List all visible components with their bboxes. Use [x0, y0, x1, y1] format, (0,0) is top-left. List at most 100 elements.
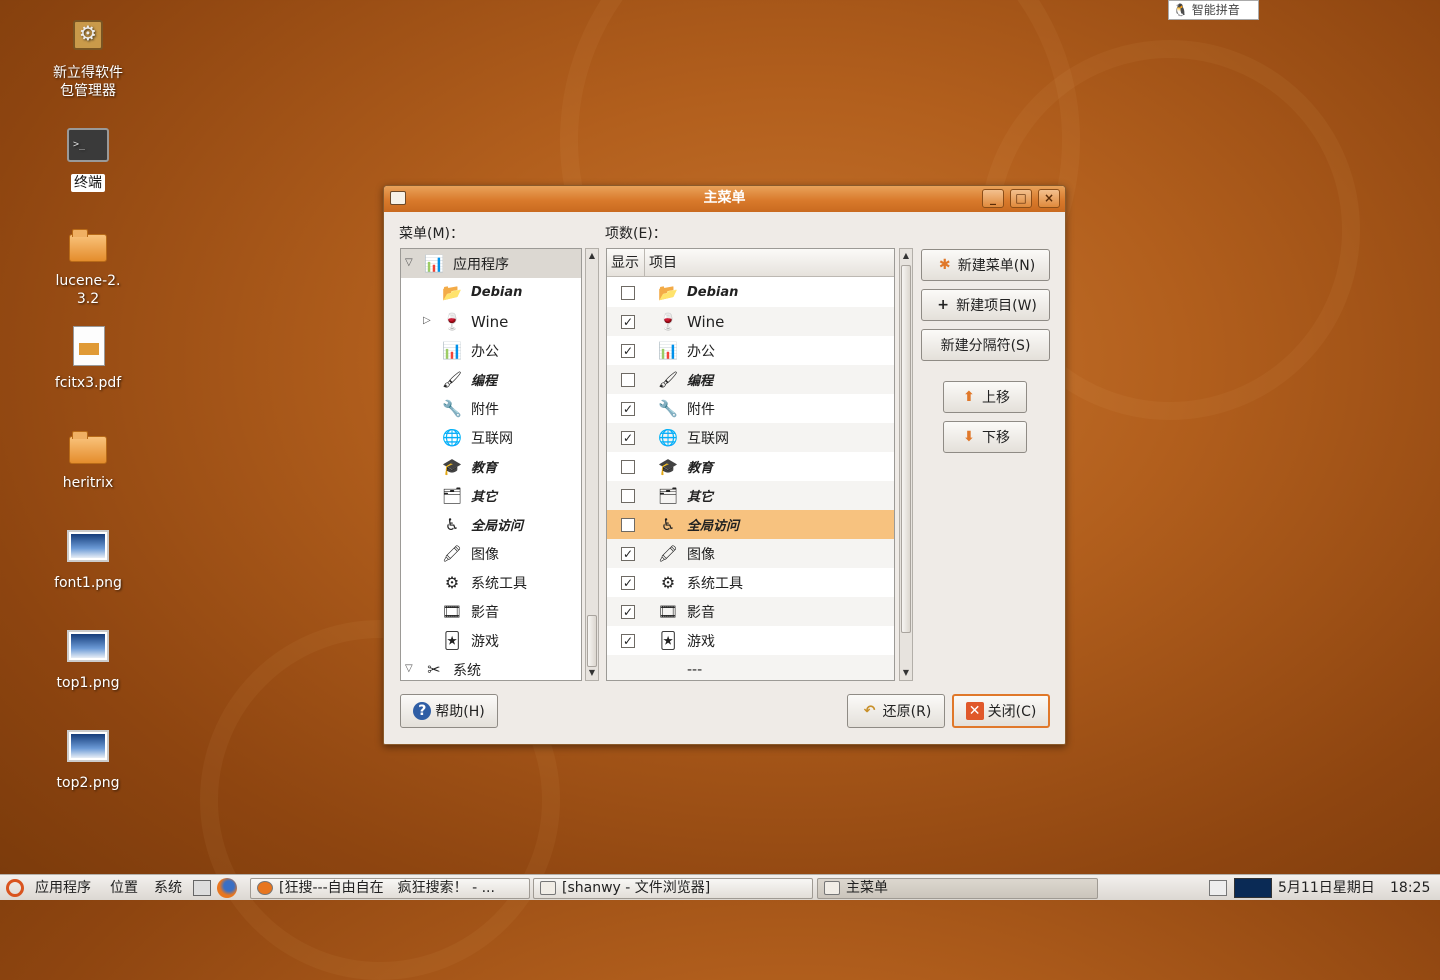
desktop-icon-label: heritrix [62, 475, 114, 491]
show-checkbox[interactable]: ✓ [621, 546, 635, 561]
folder-icon: 📂 [658, 282, 678, 302]
window-menu-icon[interactable] [390, 191, 406, 205]
tree-row[interactable]: 🎞 影音 [401, 597, 581, 626]
list-item[interactable]: ✓ 🖍 图像 [607, 539, 894, 568]
list-item[interactable]: ✓ 🌐 互联网 [607, 423, 894, 452]
show-checkbox[interactable]: ✓ [621, 575, 635, 590]
scroll-down-icon[interactable]: ▼ [586, 666, 598, 680]
column-header-show[interactable]: 显示 [607, 249, 645, 277]
taskbar-menu-applications[interactable]: 应用程序 [35, 875, 91, 901]
list-item[interactable]: ✓ 🍷 Wine [607, 307, 894, 336]
maximize-button[interactable]: □ [1010, 189, 1032, 208]
new-item-button[interactable]: + 新建项目(W) [921, 289, 1050, 321]
close-window-button[interactable]: × [1038, 189, 1060, 208]
show-checkbox[interactable]: ✓ [621, 401, 635, 416]
list-item[interactable]: ✓ 🎞 影音 [607, 597, 894, 626]
tree-row[interactable]: 🌐 互联网 [401, 423, 581, 452]
tree-row[interactable]: ▷ 🍷 Wine [401, 307, 581, 336]
list-item[interactable]: 🗂 其它 [607, 481, 894, 510]
expand-right-icon[interactable]: ▷ [423, 316, 433, 326]
tree-label: 系统 [453, 662, 481, 679]
tree-label: 图像 [471, 546, 499, 563]
taskbar-window-main-menu[interactable]: 主菜单 [817, 878, 1098, 899]
close-button[interactable]: ✕ 关闭(C) [952, 694, 1050, 728]
desktop-icon-terminal[interactable]: 终端 [33, 124, 143, 192]
dialog-titlebar[interactable]: 主菜单 _ □ × [384, 186, 1065, 212]
scroll-down-icon[interactable]: ▼ [900, 666, 912, 680]
show-checkbox[interactable] [621, 488, 635, 503]
taskbar-window-browser[interactable]: [狂搜---自由自在 疯狂搜索！ - ... [250, 878, 530, 899]
item-label: 影音 [687, 604, 715, 621]
list-item[interactable]: ✓ ⚙ 系统工具 [607, 568, 894, 597]
tree-row[interactable]: 🃏 游戏 [401, 626, 581, 655]
menu-tree[interactable]: ▽ 📊 应用程序 📂 Debian ▷ 🍷 Wine 📊 办公 🖌 编程 🔧 附件 🌐 互联网… [400, 248, 582, 681]
taskbar-menu-system[interactable]: 系统 [154, 875, 182, 901]
main-menu-dialog: 主菜单 _ □ × 菜单(M)： 项数(E)： ▽ 📊 应用程序 📂 Debian… [383, 185, 1066, 745]
tree-row[interactable]: 🎓 教育 [401, 452, 581, 481]
new-menu-button[interactable]: ✱ 新建菜单(N) [921, 249, 1050, 281]
package-manager-icon [65, 14, 111, 60]
accessories-icon: 🔧 [658, 398, 678, 418]
list-item[interactable]: ♿ 全局访问 [607, 510, 894, 539]
desktop-icon-lucene[interactable]: lucene-2. 3.2 [33, 222, 143, 308]
tree-row-root[interactable]: ▽ ✂ 系统 [401, 655, 581, 680]
show-checkbox[interactable] [621, 372, 635, 387]
show-checkbox[interactable]: ✓ [621, 343, 635, 358]
revert-button[interactable]: ↶ 还原(R) [847, 694, 945, 728]
tree-row[interactable]: 🖍 图像 [401, 539, 581, 568]
list-item[interactable]: ✓ 📊 办公 [607, 336, 894, 365]
tree-row[interactable]: 🖌 编程 [401, 365, 581, 394]
scroll-up-icon[interactable]: ▲ [900, 249, 912, 263]
list-item[interactable]: 📂 Debian [607, 278, 894, 307]
taskbar-window-file-browser[interactable]: [shanwy - 文件浏览器] [533, 878, 813, 899]
clock-date[interactable]: 5月11日星期日 [1278, 875, 1375, 901]
desktop-icon-top2-png[interactable]: top2.png [33, 724, 143, 792]
expand-down-icon[interactable]: ▽ [405, 664, 415, 674]
system-monitor-icon[interactable] [1234, 875, 1272, 901]
clock-time[interactable]: 18:25 [1390, 875, 1430, 901]
scroll-up-icon[interactable]: ▲ [586, 249, 598, 263]
move-down-button[interactable]: ⬇ 下移 [943, 421, 1027, 453]
show-checkbox[interactable] [621, 285, 635, 300]
list-item[interactable]: 🖌 编程 [607, 365, 894, 394]
firefox-icon[interactable] [217, 875, 239, 901]
list-item[interactable]: ✓ 🃏 游戏 [607, 626, 894, 655]
show-checkbox[interactable]: ✓ [621, 633, 635, 648]
tree-row-root[interactable]: ▽ 📊 应用程序 [401, 249, 581, 278]
tree-row[interactable]: 📂 Debian [401, 278, 581, 307]
taskbar-menu-places[interactable]: 位置 [110, 875, 138, 901]
tree-row[interactable]: 📊 办公 [401, 336, 581, 365]
desktop-icon-fcitx3-pdf[interactable]: fcitx3.pdf [33, 324, 143, 392]
tree-row[interactable]: 🔧 附件 [401, 394, 581, 423]
desktop-icon-package-manager[interactable]: 新立得软件 包管理器 [33, 14, 143, 100]
file-manager-icon [540, 881, 556, 895]
new-separator-button[interactable]: 新建分隔符(S) [921, 329, 1050, 361]
desktop-icon-heritrix[interactable]: heritrix [33, 424, 143, 492]
scrollbar-thumb[interactable] [901, 265, 911, 633]
show-checkbox[interactable] [621, 517, 635, 532]
show-checkbox[interactable]: ✓ [621, 314, 635, 329]
tree-row[interactable]: ⚙ 系统工具 [401, 568, 581, 597]
list-item[interactable]: 🎓 教育 [607, 452, 894, 481]
show-desktop-icon[interactable] [193, 875, 213, 901]
menu-tree-scrollbar[interactable]: ▲ ▼ [585, 248, 599, 681]
show-checkbox[interactable]: ✓ [621, 430, 635, 445]
move-up-button[interactable]: ⬆ 上移 [943, 381, 1027, 413]
show-checkbox[interactable]: ✓ [621, 604, 635, 619]
desktop-icon-font1-png[interactable]: font1.png [33, 524, 143, 592]
expand-down-icon[interactable]: ▽ [405, 258, 415, 268]
column-header-item[interactable]: 项目 [645, 249, 894, 277]
items-list[interactable]: 显示 项目 📂 Debian ✓ 🍷 Wine ✓ 📊 办公 🖌 编程 ✓ 🔧 附件 ✓ 🌐 互联网 🎓 教育 🗂 其… [606, 248, 895, 681]
items-scrollbar[interactable]: ▲ ▼ [899, 248, 913, 681]
tree-row[interactable]: 🗂 其它 [401, 481, 581, 510]
list-item[interactable]: --- [607, 655, 894, 680]
minimize-button[interactable]: _ [982, 189, 1004, 208]
scrollbar-thumb[interactable] [587, 615, 597, 667]
notification-icon[interactable] [1209, 875, 1229, 901]
desktop-icon-top1-png[interactable]: top1.png [33, 624, 143, 692]
list-item[interactable]: ✓ 🔧 附件 [607, 394, 894, 423]
tree-row[interactable]: ♿ 全局访问 [401, 510, 581, 539]
help-button[interactable]: ? 帮助(H) [400, 694, 498, 728]
show-checkbox[interactable] [621, 459, 635, 474]
ime-indicator[interactable]: 🐧 智能拼音 [1168, 0, 1259, 20]
